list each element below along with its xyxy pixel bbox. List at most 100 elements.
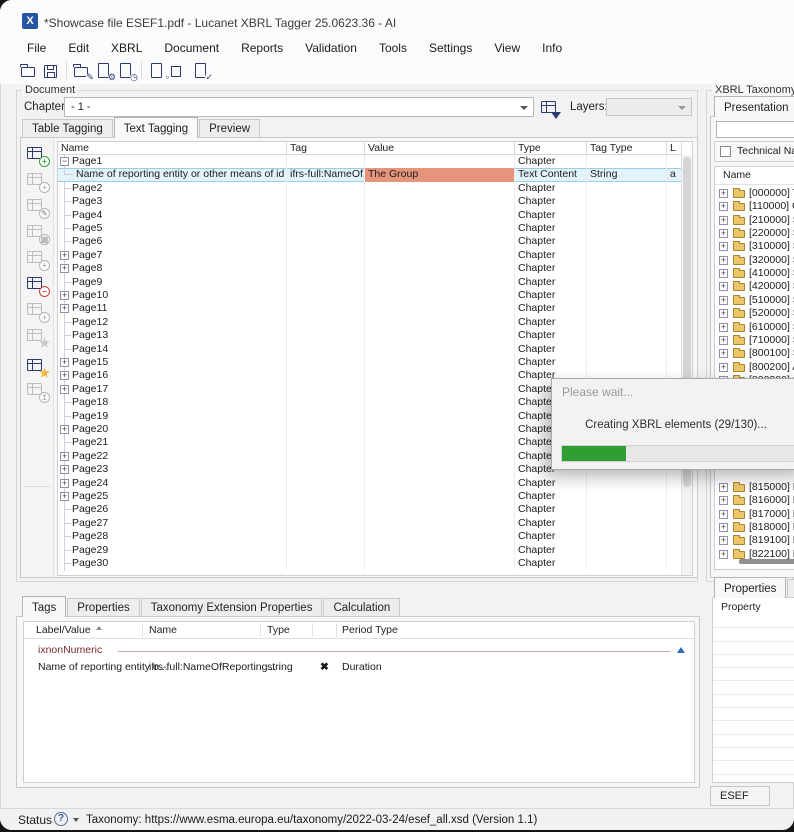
duplicate-document-icon[interactable] [168,60,189,81]
taxonomy-tree-item[interactable]: +[220000] St [715,227,794,240]
document-archive-icon[interactable]: ▫ [146,60,167,81]
taxonomy-tree-item[interactable]: +[817000] N [715,508,794,521]
column-header-type[interactable]: Type [267,624,290,636]
expander-icon[interactable]: + [719,216,728,225]
table-row[interactable]: Page5Chapter [58,222,682,235]
taxonomy-tree-item[interactable]: +[816000] N [715,494,794,507]
open-file-icon[interactable] [18,60,39,81]
menu-view[interactable]: View [483,38,531,58]
expander-icon[interactable]: + [719,363,728,372]
column-header-name[interactable]: Name [58,142,287,154]
expander-icon[interactable]: + [60,465,69,474]
remove-table-tag-icon[interactable]: − [26,274,48,296]
expander-icon[interactable]: + [719,510,728,519]
column-header-name[interactable]: Name [149,624,177,636]
expander-icon[interactable]: + [719,229,728,238]
table-row[interactable]: Name of reporting entity or other means … [58,168,682,181]
taxonomy-tree-item[interactable]: +[420000] St [715,280,794,293]
taxonomy-tree-item[interactable]: +[110000] G [715,200,794,213]
menu-settings[interactable]: Settings [418,38,483,58]
help-icon[interactable]: ? [54,812,68,826]
expander-icon[interactable]: + [719,282,728,291]
expander-icon[interactable]: + [719,349,728,358]
expander-icon[interactable]: + [60,251,69,260]
expander-icon[interactable]: + [719,296,728,305]
taxonomy-tree-item[interactable]: +[800200] An [715,361,794,374]
expander-icon[interactable]: + [60,304,69,313]
chapter-select[interactable]: - 1 - [64,97,534,117]
expander-icon[interactable]: + [60,385,69,394]
column-header-type[interactable]: Type [515,142,587,154]
menu-document[interactable]: Document [153,38,230,58]
tab-calculation[interactable]: Calculation [323,598,400,617]
expander-icon[interactable]: + [60,425,69,434]
column-header-tag-type[interactable]: Tag Type [587,142,667,154]
expander-icon[interactable]: + [60,479,69,488]
expander-icon[interactable]: + [719,189,728,198]
expander-icon[interactable]: + [719,269,728,278]
taxonomy-tree-item[interactable]: +[000000] Ta [715,187,794,200]
expander-icon[interactable]: + [719,483,728,492]
taxonomy-tree-item[interactable]: +[310000] St [715,240,794,253]
table-row[interactable]: Page6Chapter [58,235,682,248]
taxonomy-tree-item[interactable]: +[210000] St [715,214,794,227]
expander-icon[interactable]: + [60,264,69,273]
taxonomy-search-input[interactable] [716,121,794,138]
table-row[interactable]: Page26Chapter [58,503,682,516]
column-header-l[interactable]: L [667,142,682,154]
tag-group-row[interactable]: ixnonNumeric [24,643,694,658]
table-row[interactable]: Page3Chapter [58,195,682,208]
menu-info[interactable]: Info [531,38,573,58]
chevron-down-icon[interactable] [73,818,79,822]
table-row[interactable]: +Page11Chapter [58,302,682,315]
tab-properties[interactable]: Properties [714,577,786,598]
table-filter-icon[interactable] [540,98,560,118]
expander-icon[interactable]: + [719,256,728,265]
table-row[interactable]: Page27Chapter [58,517,682,530]
taxonomy-tree-item[interactable]: +[610000] St [715,321,794,334]
taxonomy-tree-item[interactable]: +[510000] St [715,294,794,307]
taxonomy-tree-item[interactable]: +[320000] St [715,254,794,267]
expander-icon[interactable]: + [719,550,728,559]
table-row[interactable]: +Page15Chapter [58,356,682,369]
menu-edit[interactable]: Edit [57,38,100,58]
menu-reports[interactable]: Reports [230,38,294,58]
document-settings-icon[interactable]: ⚙ [93,60,114,81]
taxonomy-tree-item[interactable]: +[819100] N [715,534,794,547]
table-row[interactable]: Page12Chapter [58,316,682,329]
technical-names-checkbox[interactable] [720,146,731,157]
table-row[interactable]: Page29Chapter [58,544,682,557]
expander-icon[interactable]: + [60,371,69,380]
taxonomy-tree-item[interactable]: +[818000] N [715,521,794,534]
add-table-tag-icon[interactable]: + [26,144,48,166]
table-row[interactable]: Page28Chapter [58,530,682,543]
expander-icon[interactable]: + [719,242,728,251]
menu-file[interactable]: File [16,38,57,58]
tab-presentation[interactable]: Presentation [714,96,794,117]
tag-row[interactable]: Name of reporting entity o...ifrs-full:N… [24,660,694,675]
column-header-value[interactable]: Value [365,142,515,154]
column-header-tag[interactable]: Tag [287,142,365,154]
expander-icon[interactable]: + [60,358,69,367]
menu-xbrl[interactable]: XBRL [100,38,153,58]
table-row[interactable]: +Page8Chapter [58,262,682,275]
table-row[interactable]: +Page7Chapter [58,249,682,262]
table-row[interactable]: Page2Chapter [58,182,682,195]
expander-icon[interactable]: + [719,496,728,505]
column-header-period-type[interactable]: Period Type [342,624,398,636]
tab-properties[interactable]: Properties [67,598,139,617]
taxonomy-tree-item[interactable]: +[815000] N [715,481,794,494]
taxonomy-tree-item[interactable]: +[800100] Su [715,347,794,360]
expander-icon[interactable]: + [719,523,728,532]
expander-icon[interactable]: − [60,157,69,166]
vertical-scrollbar[interactable] [681,155,692,575]
validate-document-icon[interactable]: ✓ [190,60,211,81]
expander-icon[interactable]: + [719,536,728,545]
esef-tab[interactable]: ESEF [710,786,770,806]
expander-icon[interactable]: + [60,452,69,461]
table-row[interactable]: +Page24Chapter [58,477,682,490]
menu-validation[interactable]: Validation [294,38,368,58]
horizontal-scrollbar-thumb[interactable] [739,559,794,564]
tab-table-tagging[interactable]: Table Tagging [22,119,113,138]
table-row[interactable]: Page14Chapter [58,343,682,356]
